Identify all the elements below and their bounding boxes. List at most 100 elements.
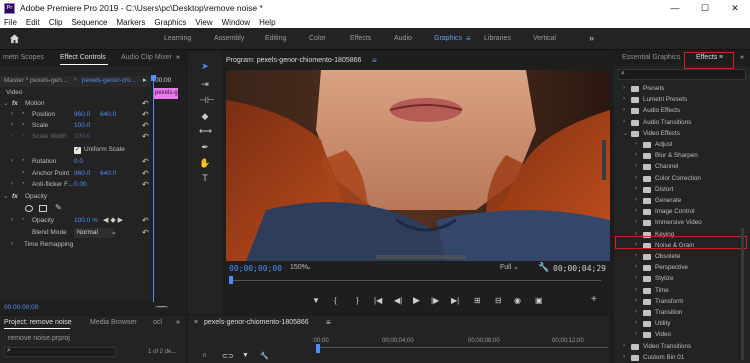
clip-chip[interactable]: pexels-g [154, 88, 178, 99]
expand-caret-icon[interactable]: › [11, 180, 13, 187]
anchor-y-value[interactable]: 640.0 [100, 170, 116, 177]
chevron-right-icon[interactable]: › [635, 152, 637, 158]
quality-select[interactable]: Full [500, 264, 511, 271]
blend-mode-select[interactable]: Normal [74, 228, 114, 238]
workspace-menu-icon[interactable]: ≡ [466, 34, 471, 43]
effects-overflow-icon[interactable]: » [740, 54, 744, 61]
workspace-overflow-icon[interactable]: » [589, 33, 594, 43]
menu-help[interactable]: Help [259, 18, 275, 27]
chevron-right-icon[interactable]: › [623, 85, 625, 91]
play-clip-icon[interactable]: ▸ [143, 76, 147, 84]
expand-caret-icon[interactable]: › [11, 216, 13, 223]
tab-effect-controls[interactable]: Effect Controls [60, 54, 106, 61]
expand-caret-icon[interactable]: › [11, 121, 13, 128]
ellipse-mask-icon[interactable] [25, 205, 33, 212]
expand-caret-icon[interactable]: › [11, 240, 13, 247]
chevron-right-icon[interactable]: › [623, 354, 625, 360]
expand-caret-icon[interactable]: ⌄ [3, 192, 8, 200]
workspace-libraries[interactable]: Libraries [484, 35, 511, 42]
chevron-right-icon[interactable]: › [635, 163, 637, 169]
ripple-edit-tool-icon[interactable]: ⊣⊢ [199, 95, 215, 107]
playhead-handle[interactable] [151, 75, 156, 81]
pen-tool-icon[interactable]: ✒ [199, 142, 211, 154]
linked-selection-icon[interactable]: ⊂⊃ [222, 352, 234, 360]
chevron-down-icon[interactable]: ⌄ [623, 130, 628, 137]
chevron-right-icon[interactable]: › [635, 208, 637, 214]
rectangle-mask-icon[interactable] [39, 205, 47, 212]
motion-row[interactable]: ⌄ fx Motion ↶ [0, 99, 151, 110]
tab-project[interactable]: Project: remove noise [4, 319, 72, 326]
left-panel-overflow-icon[interactable]: » [176, 54, 180, 61]
rotation-value[interactable]: 0.0 [74, 158, 83, 165]
tab-essential-graphics[interactable]: Essential Graphics [622, 54, 680, 61]
step-forward-icon[interactable]: |▶ [431, 296, 439, 305]
chevron-right-icon[interactable]: › [623, 107, 625, 113]
add-marker-icon[interactable]: ▼ [312, 296, 320, 305]
workspace-color[interactable]: Color [309, 35, 326, 42]
menu-view[interactable]: View [195, 18, 212, 27]
menu-clip[interactable]: Clip [49, 18, 63, 27]
type-tool-icon[interactable]: T [199, 173, 211, 185]
keyframe-nav-icon[interactable]: ◀ ◆ ▶ [103, 216, 123, 224]
menu-markers[interactable]: Markers [117, 18, 146, 27]
mark-out-icon[interactable]: } [356, 296, 359, 305]
stopwatch-icon[interactable]: ◔ [21, 170, 25, 176]
expand-caret-icon[interactable]: ⌄ [3, 99, 8, 107]
close-button[interactable]: ✕ [720, 0, 750, 16]
tab-ocl[interactable]: ocl [153, 319, 162, 326]
slip-tool-icon[interactable]: ⟷ [199, 126, 212, 138]
project-overflow-icon[interactable]: » [176, 319, 180, 326]
chevron-down-icon[interactable]: ⌄ [111, 228, 117, 236]
reset-icon[interactable]: ↶ [142, 121, 149, 130]
track-select-tool-icon[interactable]: ⇥ [199, 79, 211, 91]
effect-controls-time[interactable]: 00:00:00;00 [4, 304, 38, 311]
chevron-right-icon[interactable]: › [623, 119, 625, 125]
reset-icon[interactable]: ↶ [142, 169, 149, 178]
anti-flicker-value[interactable]: 0.00 [74, 181, 87, 188]
timeline-settings-icon[interactable]: 🔧 [260, 352, 269, 360]
zoom-slider-icon[interactable]: ◦━━◦ [155, 303, 168, 311]
stopwatch-icon[interactable]: ◔ [21, 122, 25, 128]
menu-file[interactable]: File [4, 18, 17, 27]
workspace-editing[interactable]: Editing [265, 35, 286, 42]
tab-lumetri-scopes[interactable]: metri Scopes [3, 54, 44, 61]
tab-timeline-sequence[interactable]: pexels-genor-chiomento-1805866 [204, 319, 309, 326]
selection-tool-icon[interactable]: ➤ [199, 61, 211, 73]
program-current-timecode[interactable]: 00;00;00;00 [229, 264, 282, 273]
reset-icon[interactable]: ↶ [142, 110, 149, 119]
timeline-close-icon[interactable]: × [194, 319, 198, 326]
reset-icon[interactable]: ↶ [142, 99, 149, 108]
timeline-playhead[interactable] [316, 344, 320, 353]
hand-tool-icon[interactable]: ✋ [199, 158, 211, 170]
menu-edit[interactable]: Edit [26, 18, 40, 27]
workspace-vertical[interactable]: Vertical [533, 35, 556, 42]
program-menu-icon[interactable]: ≡ [372, 56, 377, 65]
chevron-right-icon[interactable]: › [635, 197, 637, 203]
razor-tool-icon[interactable]: ◆ [199, 111, 211, 123]
reset-icon[interactable]: ↶ [142, 157, 149, 166]
comparison-view-icon[interactable]: ▣ [535, 296, 543, 305]
chevron-right-icon[interactable]: › [623, 96, 625, 102]
add-button-icon[interactable]: + [591, 294, 597, 305]
effect-controls-timeline[interactable]: 00:00 pexels-g [151, 66, 186, 314]
chevron-right-icon[interactable]: › [635, 331, 637, 337]
expand-caret-icon[interactable]: › [11, 157, 13, 164]
mark-in-icon[interactable]: { [334, 296, 337, 305]
chevron-right-icon[interactable]: › [635, 309, 637, 315]
video-preview[interactable] [226, 70, 610, 261]
clip-name-label[interactable]: pexels-genor-chi... [82, 77, 135, 84]
effects-scrollbar[interactable] [741, 228, 744, 360]
wrench-icon[interactable]: 🔧 [538, 262, 549, 273]
reset-icon[interactable]: ↶ [142, 228, 149, 237]
play-icon[interactable]: ▶ [413, 295, 420, 306]
program-monitor-title[interactable]: Program: pexels-genor-chiomento-1805866 [226, 57, 361, 64]
chevron-right-icon[interactable]: › [635, 298, 637, 304]
go-to-in-icon[interactable]: |◀ [374, 296, 382, 305]
reset-icon[interactable]: ↶ [142, 132, 149, 141]
menu-graphics[interactable]: Graphics [154, 18, 186, 27]
chevron-down-icon[interactable]: ⌄ [306, 263, 312, 271]
chevron-right-icon[interactable]: › [635, 141, 637, 147]
tab-audio-clip-mixer[interactable]: Audio Clip Mixer [121, 54, 172, 61]
timeline-ruler[interactable] [316, 347, 608, 348]
project-search-input[interactable]: ⌕ [4, 347, 116, 357]
